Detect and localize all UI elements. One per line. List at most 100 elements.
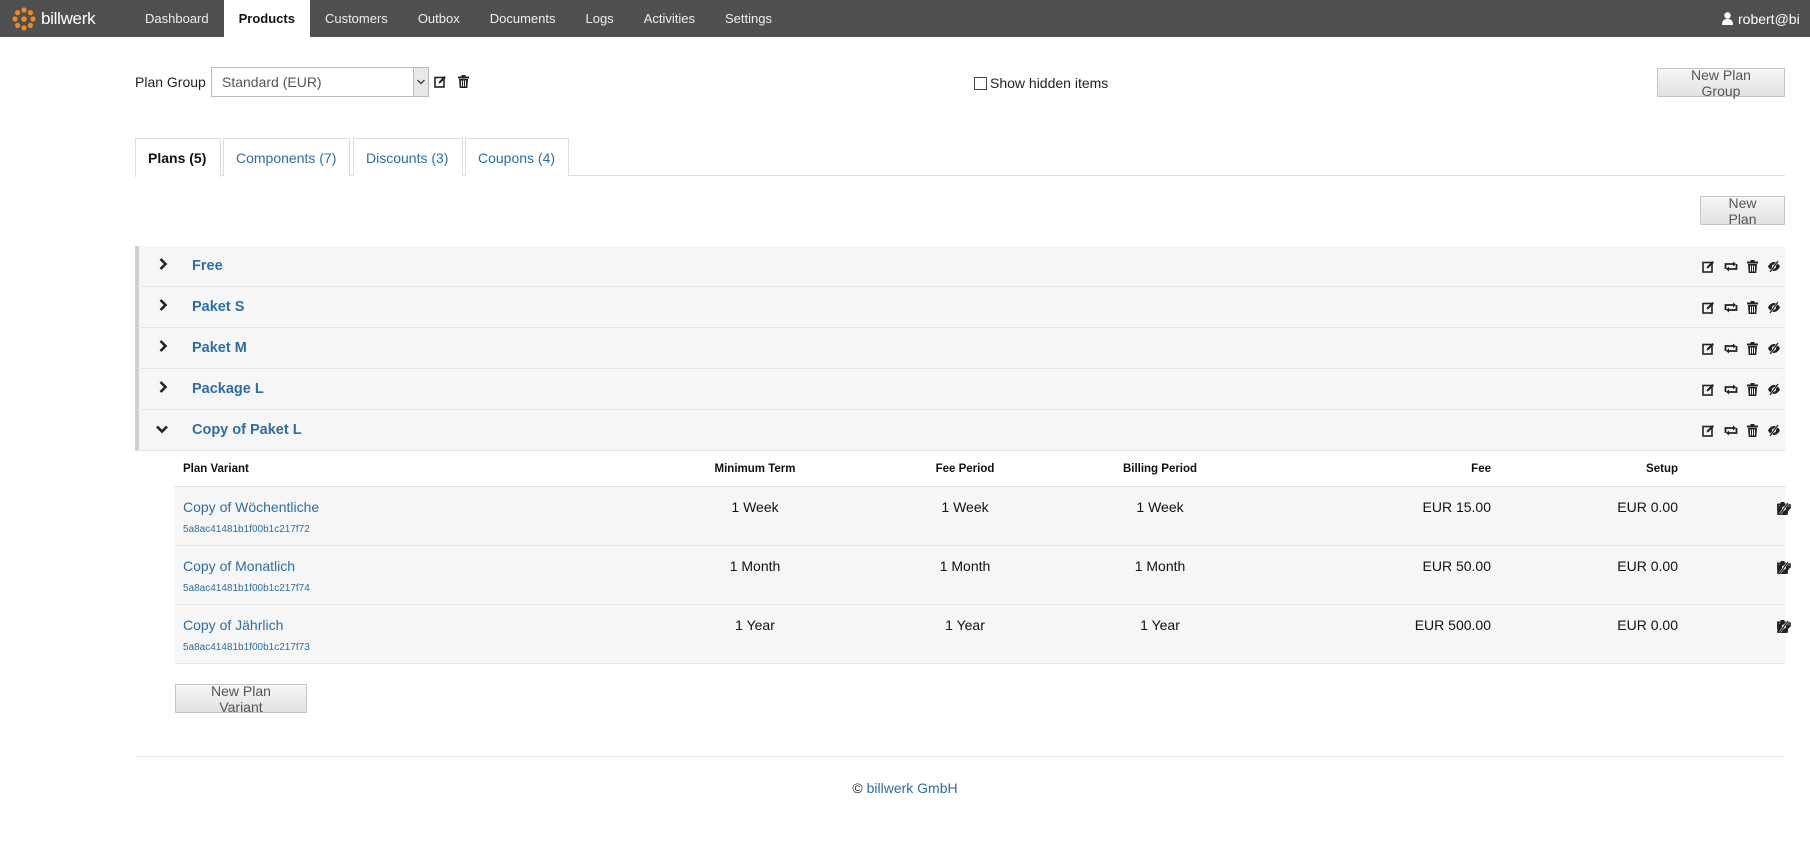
nav-item-activities[interactable]: Activities	[629, 0, 710, 37]
eye-slash-icon[interactable]	[1767, 301, 1781, 314]
new-plan-group-button[interactable]: New Plan Group	[1657, 67, 1785, 99]
edit-icon[interactable]	[1702, 260, 1715, 273]
plan-row[interactable]: Free	[135, 246, 1785, 287]
tab-coupons[interactable]: Coupons (4)	[465, 138, 569, 176]
plan-name[interactable]: Copy of Paket L	[192, 422, 302, 438]
eye-slash-icon[interactable]	[1777, 561, 1791, 574]
tab-discounts[interactable]: Discounts (3)	[353, 138, 463, 176]
copy-icon[interactable]	[1724, 342, 1738, 355]
header-plan-variant: Plan Variant	[183, 463, 249, 475]
nav-item-documents[interactable]: Documents	[475, 0, 571, 37]
plan-row[interactable]: Package L	[135, 369, 1785, 410]
variant-name-link[interactable]: Copy of Jährlich	[183, 617, 283, 633]
variant-id-link[interactable]: 5a8ac41481b1f00b1c217f72	[183, 524, 310, 535]
nav-item-dashboard[interactable]: Dashboard	[130, 0, 224, 37]
company-link[interactable]: billwerk GmbH	[867, 780, 958, 796]
plan-variant-table: Plan Variant Minimum Term Fee Period Bil…	[175, 451, 1791, 664]
variant-billing-period: 1 Year	[1140, 617, 1180, 633]
footer: © billwerk GmbH	[0, 780, 1810, 796]
variant-fee: EUR 500.00	[1414, 617, 1491, 633]
plan-list: Free Paket S Paket M Package L Copy of P…	[135, 246, 1785, 451]
variant-fee: EUR 50.00	[1422, 558, 1491, 574]
variant-billing-period: 1 Month	[1134, 558, 1186, 574]
user-name: robert@bi	[1738, 10, 1800, 27]
edit-icon[interactable]	[1702, 301, 1715, 314]
table-row: Copy of Monatlich 5a8ac41481b1f00b1c217f…	[175, 546, 1791, 605]
chevron-right-icon[interactable]	[159, 258, 168, 270]
edit-icon[interactable]	[1702, 424, 1715, 437]
new-plan-button[interactable]: New Plan	[1700, 195, 1785, 227]
eye-slash-icon[interactable]	[1767, 383, 1781, 396]
footer-divider	[135, 756, 1785, 757]
main-nav: Dashboard Products Customers Outbox Docu…	[130, 0, 787, 37]
chevron-right-icon[interactable]	[159, 299, 168, 311]
plan-name[interactable]: Free	[192, 258, 223, 274]
tab-components[interactable]: Components (7)	[223, 138, 350, 176]
eye-slash-icon[interactable]	[1767, 342, 1781, 355]
eye-slash-icon[interactable]	[1767, 424, 1781, 437]
chevron-down-icon	[413, 68, 428, 96]
chevron-down-icon[interactable]	[156, 425, 168, 434]
variant-id-link[interactable]: 5a8ac41481b1f00b1c217f73	[183, 642, 310, 653]
eye-slash-icon[interactable]	[1777, 502, 1791, 515]
plan-row[interactable]: Paket M	[135, 328, 1785, 369]
billwerk-logo-icon	[11, 6, 37, 32]
variant-minimum-term: 1 Month	[729, 558, 781, 574]
plan-group-select[interactable]: Standard (EUR)	[211, 67, 429, 97]
tab-plans[interactable]: Plans (5)	[135, 138, 221, 177]
header-minimum-term: Minimum Term	[714, 463, 796, 475]
copy-icon[interactable]	[1724, 301, 1738, 314]
copy-icon[interactable]	[1724, 424, 1738, 437]
edit-icon[interactable]	[1702, 342, 1715, 355]
plan-actions	[1702, 260, 1781, 273]
nav-item-outbox[interactable]: Outbox	[403, 0, 475, 37]
plan-name[interactable]: Package L	[192, 381, 264, 397]
plan-actions	[1702, 301, 1781, 314]
plan-row-expanded[interactable]: Copy of Paket L	[135, 410, 1785, 451]
trash-icon[interactable]	[1747, 424, 1758, 437]
variant-name-link[interactable]: Copy of Wöchentliche	[183, 499, 319, 515]
chevron-right-icon[interactable]	[159, 340, 168, 352]
trash-icon[interactable]	[1747, 383, 1758, 396]
plan-row[interactable]: Paket S	[135, 287, 1785, 328]
edit-icon[interactable]	[434, 75, 447, 88]
user-menu[interactable]: robert@bi	[1722, 0, 1810, 37]
show-hidden-label: Show hidden items	[990, 75, 1109, 91]
nav-item-customers[interactable]: Customers	[310, 0, 403, 37]
trash-icon[interactable]	[458, 75, 469, 88]
plan-group-selected-value: Standard (EUR)	[222, 74, 322, 90]
edit-icon[interactable]	[1702, 383, 1715, 396]
plan-actions	[1702, 342, 1781, 355]
brand-logo[interactable]: billwerk	[11, 4, 96, 33]
trash-icon[interactable]	[1747, 260, 1758, 273]
chevron-right-icon[interactable]	[159, 381, 168, 393]
variant-setup: EUR 0.00	[1617, 617, 1678, 633]
brand-name: billwerk	[41, 8, 96, 28]
copy-icon[interactable]	[1724, 260, 1738, 273]
nav-item-logs[interactable]: Logs	[570, 0, 628, 37]
copy-icon[interactable]	[1724, 383, 1738, 396]
show-hidden-toggle[interactable]: Show hidden items	[974, 75, 1108, 91]
header-billing-period: Billing Period	[1122, 463, 1198, 475]
show-hidden-checkbox[interactable]	[974, 76, 987, 90]
plan-name[interactable]: Paket S	[192, 299, 244, 315]
new-plan-variant-button[interactable]: New Plan Variant	[175, 683, 307, 715]
eye-slash-icon[interactable]	[1767, 260, 1781, 273]
table-row: Copy of Jährlich 5a8ac41481b1f00b1c217f7…	[175, 605, 1791, 664]
variant-id-link[interactable]: 5a8ac41481b1f00b1c217f74	[183, 583, 310, 594]
variant-setup: EUR 0.00	[1617, 499, 1678, 515]
variant-fee-period: 1 Week	[941, 499, 989, 515]
trash-icon[interactable]	[1747, 342, 1758, 355]
nav-item-settings[interactable]: Settings	[710, 0, 787, 37]
plan-name[interactable]: Paket M	[192, 340, 247, 356]
eye-slash-icon[interactable]	[1777, 620, 1791, 633]
product-tabs: Plans (5) Components (7) Discounts (3) C…	[135, 138, 1785, 177]
copyright-symbol: ©	[852, 780, 863, 796]
variant-name-link[interactable]: Copy of Monatlich	[183, 558, 295, 574]
table-header: Plan Variant Minimum Term Fee Period Bil…	[175, 451, 1785, 487]
variant-minimum-term: 1 Year	[735, 617, 775, 633]
user-icon	[1722, 12, 1733, 25]
trash-icon[interactable]	[1747, 301, 1758, 314]
nav-item-products[interactable]: Products	[223, 0, 310, 37]
variant-fee-period: 1 Month	[939, 558, 991, 574]
